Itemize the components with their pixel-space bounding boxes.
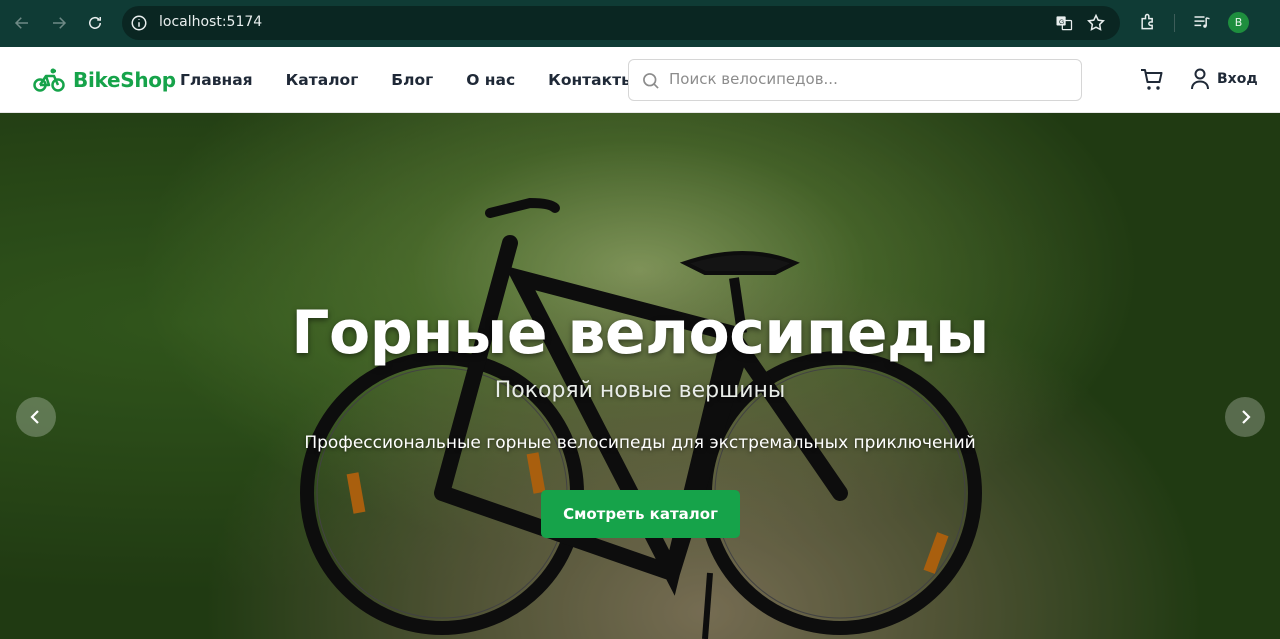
hero-slider: Горные велосипеды Покоряй новые вершины …	[0, 113, 1280, 639]
address-bar[interactable]: localhost:5174 G	[122, 6, 1120, 40]
login-button[interactable]: Вход	[1190, 68, 1258, 90]
back-icon	[14, 17, 28, 29]
user-icon	[1191, 68, 1209, 90]
slider-prev-button[interactable]	[16, 397, 56, 437]
login-label: Вход	[1217, 71, 1258, 87]
info-icon[interactable]	[130, 14, 148, 32]
forward-button[interactable]	[47, 11, 71, 35]
view-catalog-button[interactable]: Смотреть каталог	[541, 490, 740, 538]
hero-subtitle: Покоряй новые вершины	[494, 378, 786, 403]
search-icon	[643, 73, 659, 89]
url-text[interactable]: localhost:5174	[159, 14, 262, 30]
nav-link-home[interactable]: Главная	[180, 71, 253, 89]
brand-name: BikeShop	[73, 68, 176, 92]
nav-link-contacts[interactable]: Контакты	[548, 71, 635, 89]
site-header: BikeShop Главная Каталог Блог О нас Конт…	[0, 47, 1280, 113]
hero-title: Горные велосипеды	[291, 298, 989, 368]
chevron-left-icon	[30, 410, 39, 424]
svg-text:G: G	[1059, 19, 1064, 26]
hero-overlay	[0, 113, 1280, 639]
hero-description: Профессиональные горные велосипеды для э…	[304, 433, 976, 453]
nav-link-blog[interactable]: Блог	[391, 71, 433, 89]
search-box	[628, 59, 1082, 101]
forward-icon	[53, 17, 67, 29]
brand-logo[interactable]: BikeShop	[33, 67, 176, 93]
chevron-right-icon	[1242, 410, 1251, 424]
main-nav: Главная Каталог Блог О нас Контакты	[180, 71, 668, 89]
reload-icon	[89, 16, 101, 29]
toolbar-divider	[1174, 14, 1175, 32]
translate-icon[interactable]: G	[1054, 13, 1074, 33]
cart-icon[interactable]	[1140, 68, 1164, 92]
profile-avatar[interactable]: B	[1228, 12, 1249, 33]
extensions-icon[interactable]	[1138, 12, 1158, 32]
media-icon[interactable]	[1192, 12, 1212, 32]
reload-button[interactable]	[83, 11, 107, 35]
bicycle-icon	[33, 68, 65, 92]
browser-toolbar: localhost:5174 G B	[0, 0, 1280, 47]
star-icon[interactable]	[1086, 13, 1106, 33]
slider-next-button[interactable]	[1225, 397, 1265, 437]
search-input[interactable]	[669, 70, 1069, 88]
nav-link-catalog[interactable]: Каталог	[286, 71, 359, 89]
nav-link-about[interactable]: О нас	[466, 71, 515, 89]
back-button[interactable]	[10, 11, 34, 35]
